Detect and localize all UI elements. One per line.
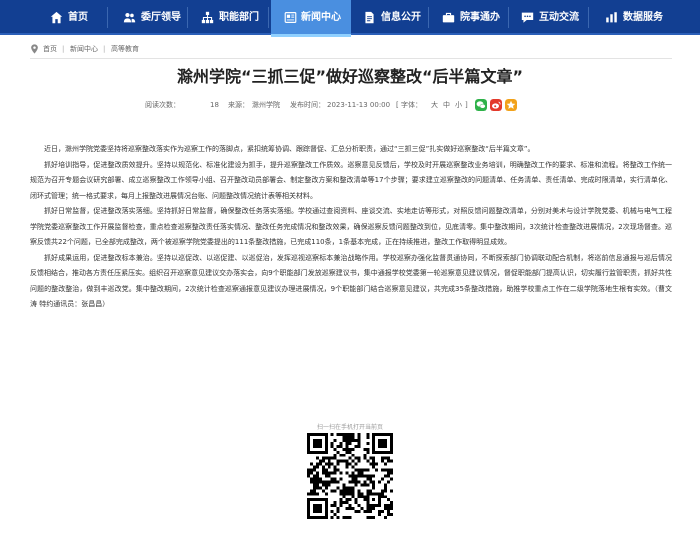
source-value: 滁州学院: [252, 101, 280, 109]
source-label: 来源：: [228, 101, 249, 109]
data-icon: [606, 12, 617, 23]
chat-icon: [521, 12, 534, 23]
nav-divider: [107, 7, 108, 28]
font-size-bracket: ]: [465, 101, 468, 109]
breadcrumb-news-center[interactable]: 新闻中心: [70, 42, 98, 56]
briefcase-icon: [442, 12, 455, 23]
breadcrumb-separator: |: [103, 45, 106, 53]
views-label: 阅读次数：: [145, 101, 180, 109]
article-meta: 阅读次数： 18 来源： 滁州学院 发布时间： 2023-11-13 00:00…: [0, 96, 700, 114]
font-large-button[interactable]: 大: [431, 96, 438, 114]
nav-divider: [268, 7, 269, 28]
date-label: 发布时间：: [290, 101, 325, 109]
weibo-share-icon[interactable]: [490, 99, 502, 111]
nav-divider: [588, 7, 589, 28]
main-navbar: 首页 委厅领导 职能部门 新闻中心 信息公开 院事通办 互动交流 数据服务: [0, 0, 700, 37]
nav-label: 院事通办: [460, 12, 500, 23]
nav-label: 首页: [68, 12, 88, 23]
breadcrumb-divider: [30, 58, 672, 59]
qzone-share-icon[interactable]: [505, 99, 517, 111]
people-icon: [123, 12, 136, 23]
article-paragraph: 抓好培训指导，促进整改质效提升。坚持以规范化、标准化建设为抓手，提升巡察整改工作…: [30, 160, 672, 200]
article-title: 滁州学院“三抓三促”做好巡察整改“后半篇文章”: [176, 67, 524, 86]
nav-label: 数据服务: [623, 12, 663, 23]
document-icon: [365, 11, 374, 24]
nav-news-center[interactable]: 新闻中心: [271, 0, 351, 37]
nav-label: 委厅领导: [141, 12, 181, 23]
breadcrumb-higher-education[interactable]: 高等教育: [111, 42, 139, 56]
article-paragraph: 抓好日常监督，促进整改落实落细。坚持抓好日常监督，确保整改任务落实落细。学校通过…: [30, 207, 672, 246]
nav-label: 信息公开: [381, 12, 421, 23]
font-size-label: [ 字体：: [396, 101, 422, 109]
nav-label: 互动交流: [539, 12, 579, 23]
article-paragraph: 抓好成果运用，促进整改标本兼治。坚持以巡促改、以巡促建、以巡促治，发挥巡视巡察标…: [30, 253, 672, 309]
article-body: 近日，滁州学院党委坚持将巡察整改落实作为巡察工作的落脚点，紧扣统筹协调、跟踪督促…: [30, 142, 672, 313]
location-pin-icon: [31, 44, 38, 54]
breadcrumb-separator: |: [62, 45, 65, 53]
nav-label: 新闻中心: [301, 12, 341, 23]
date-value: 2023-11-13 00:00: [327, 101, 391, 109]
nav-label: 职能部门: [219, 12, 259, 23]
nav-divider: [508, 7, 509, 28]
breadcrumb-home[interactable]: 首页: [43, 42, 57, 56]
qr-caption: 扫一扫在手机打开当前页: [316, 424, 383, 431]
article-paragraph: 近日，滁州学院党委坚持将巡察整改落实作为巡察工作的落脚点，紧扣统筹协调、跟踪督促…: [44, 145, 535, 153]
org-icon: [201, 11, 214, 24]
nav-divider: [187, 7, 188, 28]
font-small-button[interactable]: 小: [455, 96, 462, 114]
views-count: 18: [210, 101, 219, 109]
nav-divider: [428, 7, 429, 28]
font-medium-button[interactable]: 中: [443, 96, 450, 114]
news-icon: [284, 12, 297, 23]
qr-code-icon: [307, 433, 393, 519]
home-icon: [50, 11, 63, 24]
wechat-share-icon[interactable]: [475, 99, 487, 111]
